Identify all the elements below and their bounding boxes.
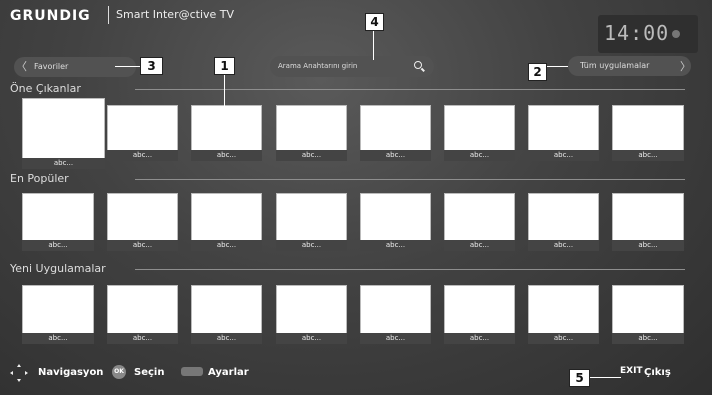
clock: 14:00	[604, 21, 670, 45]
app-tile-label: abc...	[191, 240, 262, 251]
section-featured-title: Öne Çıkanlar	[10, 82, 81, 95]
section-featured-divider	[135, 89, 685, 90]
app-tile-label: abc...	[22, 240, 94, 251]
brand-divider	[108, 6, 109, 24]
tv-screen: GRUNDIG Smart Inter@ctive TV 14:00 Favor…	[0, 0, 712, 395]
search-input[interactable]: Arama Anahtarını girin	[270, 56, 434, 77]
app-tile-label: abc...	[107, 150, 178, 161]
chevron-right-icon[interactable]: 〉	[680, 57, 691, 77]
footer-settings-label: Ayarlar	[208, 367, 249, 378]
app-tile-label: abc...	[191, 333, 262, 344]
section-popular-title: En Popüler	[10, 172, 69, 185]
app-tile-label: abc...	[276, 333, 347, 344]
app-tile-label: abc...	[528, 240, 599, 251]
app-tile-label: abc...	[612, 333, 684, 344]
app-tile-label: abc...	[276, 240, 347, 251]
callout-3: 3	[140, 57, 163, 75]
favorites-button[interactable]: Favoriler	[14, 57, 136, 77]
footer-select-label: Seçin	[134, 367, 165, 378]
chevron-left-icon[interactable]: 〈	[16, 57, 27, 77]
dpad-arrows-icon	[8, 362, 30, 384]
clock-indicator-icon	[672, 30, 680, 38]
app-tile-label: abc...	[360, 150, 431, 161]
section-new-title: Yeni Uygulamalar	[10, 262, 106, 275]
search-icon[interactable]	[414, 61, 422, 69]
all-apps-button[interactable]: Tüm uygulamalar	[568, 56, 691, 76]
app-tile-label: abc...	[444, 150, 515, 161]
brand-subtitle: Smart Inter@ctive TV	[116, 8, 235, 21]
app-tile-label: abc...	[22, 333, 94, 344]
app-tile-label: abc...	[360, 333, 431, 344]
app-tile-label: abc...	[528, 150, 599, 161]
brand-logo: GRUNDIG	[10, 8, 91, 24]
app-tile-label: abc...	[444, 240, 515, 251]
callout-leader	[224, 74, 225, 119]
app-tile-label: abc...	[22, 158, 105, 169]
all-apps-label: Tüm uygulamalar	[580, 61, 650, 70]
callout-leader	[546, 66, 568, 67]
app-tile-label: abc...	[612, 240, 684, 251]
callout-2: 2	[528, 63, 547, 81]
callout-4: 4	[365, 13, 384, 31]
callout-1: 1	[214, 57, 235, 75]
section-popular-divider	[135, 179, 685, 180]
callout-leader	[373, 31, 374, 60]
search-placeholder: Arama Anahtarını girin	[278, 62, 358, 70]
app-tile-label: abc...	[107, 240, 178, 251]
favorites-label: Favoriler	[34, 62, 69, 71]
ok-button-icon: OK	[112, 365, 126, 379]
app-tile-label: abc...	[276, 150, 347, 161]
footer-navigation-label: Navigasyon	[38, 367, 104, 378]
app-tile-label: abc...	[528, 333, 599, 344]
app-tile-label: abc...	[612, 150, 684, 161]
callout-leader	[115, 66, 140, 67]
callout-5: 5	[569, 369, 590, 387]
app-tile-label: abc...	[444, 333, 515, 344]
footer-exit-label: Çıkış	[644, 367, 671, 378]
app-tile-label: abc...	[107, 333, 178, 344]
callout-leader	[590, 377, 621, 378]
app-tile-label: abc...	[360, 240, 431, 251]
grey-key-icon	[181, 367, 203, 376]
section-new-divider	[135, 269, 685, 270]
exit-key-icon: EXIT	[620, 366, 643, 376]
app-tile-label: abc...	[191, 150, 262, 161]
